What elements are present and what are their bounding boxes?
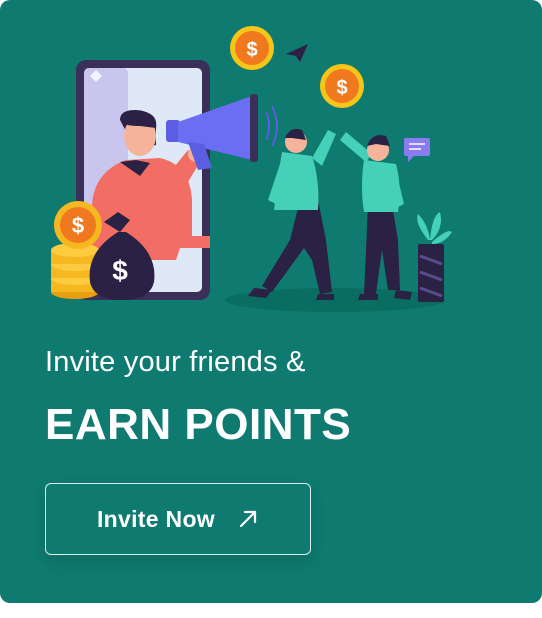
plant-icon <box>417 212 452 302</box>
page-title: EARN POINTS <box>45 400 352 449</box>
referral-illustration: $ $ $ $ <box>51 26 452 312</box>
coin-icon: $ <box>230 26 274 70</box>
svg-text:$: $ <box>336 77 347 99</box>
subtitle: Invite your friends & <box>45 346 306 378</box>
person-high-five-right <box>340 132 412 300</box>
svg-text:$: $ <box>72 213 84 238</box>
invite-card: $ $ $ $ Invite your friends & EARN POINT… <box>0 0 542 603</box>
paper-plane-icon <box>286 44 308 62</box>
svg-text:$: $ <box>246 39 257 61</box>
invite-now-label: Invite Now <box>96 505 215 532</box>
invite-now-button[interactable]: Invite Now <box>45 483 311 555</box>
person-high-five-left <box>248 129 336 300</box>
arrow-up-right-icon <box>239 510 257 528</box>
svg-text:$: $ <box>112 255 128 286</box>
chat-bubble-icon <box>404 138 430 162</box>
coin-icon: $ <box>320 64 364 108</box>
